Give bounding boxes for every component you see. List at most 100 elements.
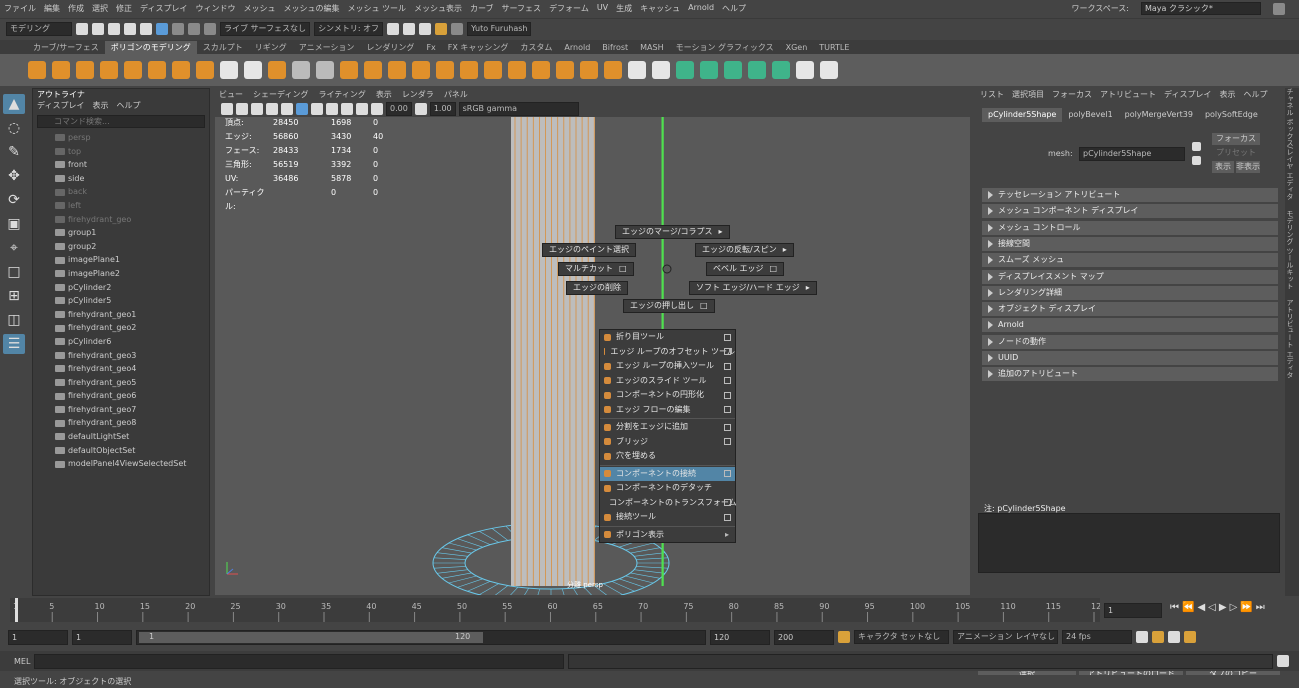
extrude-icon[interactable] [412,61,430,79]
menu-item[interactable]: メッシュの編集 [283,3,339,14]
attr-menu-item[interactable]: 選択項目 [1012,88,1044,102]
context-menu-item[interactable]: コンポーネントのトランスフォーム [600,496,737,511]
outliner-menu-item[interactable]: ディスプレイ [37,100,84,112]
script-editor-icon[interactable] [1277,655,1290,667]
outliner-item[interactable]: persp [55,131,209,145]
marking-menu-soft-hard-edge[interactable]: ソフト エッジ/ハード エッジ ▸ [689,281,817,295]
marking-menu-delete-edge[interactable]: エッジの削除 [566,281,628,295]
shelf-tab[interactable]: リギング [249,41,293,54]
shelf-tab[interactable]: Arnold [558,41,596,54]
option-box-icon[interactable]: □ [619,263,627,275]
poly-disc-icon[interactable] [172,61,190,79]
attr-tab[interactable]: pCylinder5Shape [982,108,1063,122]
viewport-menu-item[interactable]: レンダラ [402,88,434,101]
connect-icon[interactable] [580,61,598,79]
user-account-dropdown[interactable]: Yuto Furuhash [467,21,532,36]
shelf-tab[interactable]: アニメーション [293,41,361,54]
attr-tab[interactable]: polyBevel1 [1062,108,1118,122]
marking-menu-merge-collapse[interactable]: エッジのマージ/コラプス ▸ [615,225,730,239]
outliner-item[interactable]: group2 [55,240,209,254]
outliner-item[interactable]: firehydrant_geo1 [55,308,209,322]
layout-two-icon[interactable]: ◫ [3,310,25,330]
gamma-field[interactable]: 1.00 [429,102,456,116]
attr-menu-item[interactable]: リスト [980,88,1004,102]
anim-layer-dropdown[interactable]: アニメーション レイヤなし [953,630,1058,644]
command-language-label[interactable]: MEL [14,657,30,666]
mesh-name-field[interactable]: pCylinder5Shape [1079,147,1185,161]
menu-item[interactable]: 修正 [116,3,132,14]
option-box-icon[interactable] [724,362,731,370]
attr-frame[interactable]: 接線空間 [982,236,1278,251]
context-menu-item[interactable]: ポリゴン表示 ▸ [600,528,735,543]
step-back-frame-icon[interactable]: ◀ [1197,602,1205,613]
poly-cube-icon[interactable] [52,61,70,79]
camera-icon[interactable] [221,103,233,115]
focus-button[interactable]: フォーカス [1212,133,1260,145]
shelf-tab[interactable]: TURTLE [813,41,855,54]
menu-item[interactable]: 選択 [92,3,108,14]
lighting-icon[interactable] [311,103,323,115]
step-back-key-icon[interactable]: ⏪ [1182,602,1194,613]
shelf-tab[interactable]: ポリゴンのモデリング [104,41,197,54]
shelf-tab[interactable]: MASH [634,41,669,54]
render-icon[interactable] [387,22,400,35]
viewport-menu-item[interactable]: シェーディング [253,88,308,101]
platonic-solid-icon[interactable] [196,61,214,79]
anim-prefs-icon[interactable] [1184,631,1196,643]
context-menu-item[interactable]: 折り目ツール [600,330,735,345]
viewport-menu-item[interactable]: ライティング [318,88,365,101]
step-forward-frame-icon[interactable]: ▷ [1230,602,1238,613]
outliner-item[interactable]: pCylinder2 [55,281,209,295]
context-menu-item[interactable]: コンポーネントのデタッチ [600,481,735,496]
outliner-item[interactable]: imagePlane2 [55,267,209,281]
shelf-tab[interactable]: Fx [420,41,441,54]
poly-sphere-icon[interactable] [28,61,46,79]
option-box-icon[interactable] [724,438,731,446]
new-scene-icon[interactable] [76,22,88,35]
context-menu-item[interactable]: エッジ フローの編集 [600,403,735,418]
uv-editor-icon[interactable] [676,61,694,79]
attr-frame[interactable]: テッセレーション アトリビュート [982,188,1278,202]
side-tab[interactable]: アトリビュート エディタ [1285,299,1295,378]
option-box-icon[interactable] [724,470,731,478]
outliner-item[interactable]: firehydrant_geo5 [55,376,209,390]
spherical-uv-icon[interactable] [748,61,766,79]
menu-item[interactable]: 作成 [68,3,84,14]
outliner-item[interactable]: firehydrant_geo7 [55,403,209,417]
outliner-item[interactable]: modelPanel4ViewSelectedSet [55,457,209,471]
context-menu-item[interactable]: コンポーネントの接続 [600,466,735,481]
scene-end-field[interactable]: 200 [774,629,834,645]
quad-draw-icon[interactable] [604,61,622,79]
attr-frame[interactable]: オブジェクト ディスプレイ [982,302,1278,317]
shelf-tab[interactable]: レンダリング [360,41,420,54]
play-forward-icon[interactable]: ▶ [1219,602,1227,613]
shelf-tab[interactable]: モーション グラフィックス [670,41,780,54]
copy-node-icon[interactable] [1192,156,1201,165]
auto-key-icon[interactable] [838,631,850,643]
focus-node-icon[interactable] [1192,142,1201,151]
option-box-icon[interactable] [724,333,731,341]
playback-start-field[interactable]: 1 [72,629,132,645]
bridge-icon[interactable] [436,61,454,79]
attr-frame[interactable]: メッシュ コンポーネント ディスプレイ [982,204,1278,219]
scale-tool-icon[interactable]: ▣ [3,214,25,234]
outliner-item[interactable]: front [55,158,209,172]
boolean-icon[interactable] [364,61,382,79]
menu-item[interactable]: メッシュ ツール [347,3,406,14]
option-box-icon[interactable]: □ [700,300,708,312]
outliner-item[interactable]: pCylinder6 [55,335,209,349]
soft-edge-icon[interactable] [628,61,646,79]
notes-field[interactable] [978,513,1280,573]
last-tool-icon[interactable]: ⌖ [3,238,25,258]
menu-item[interactable]: ファイル [4,3,36,14]
menu-item[interactable]: メッシュ [243,3,275,14]
xray-icon[interactable] [296,103,308,115]
shelf-tab[interactable]: カーブ/サーフェス [27,41,105,54]
context-menu-item[interactable]: 穴を埋める [600,449,735,464]
time-slider[interactable]: 1510152025303540455055606570758085909510… [0,598,1299,624]
select-by-component-icon[interactable] [156,22,168,35]
menu-item[interactable]: サーフェス [502,3,542,14]
option-box-icon[interactable] [724,377,731,385]
menu-item[interactable]: デフォーム [549,3,589,14]
automatic-uv-icon[interactable] [772,61,790,79]
